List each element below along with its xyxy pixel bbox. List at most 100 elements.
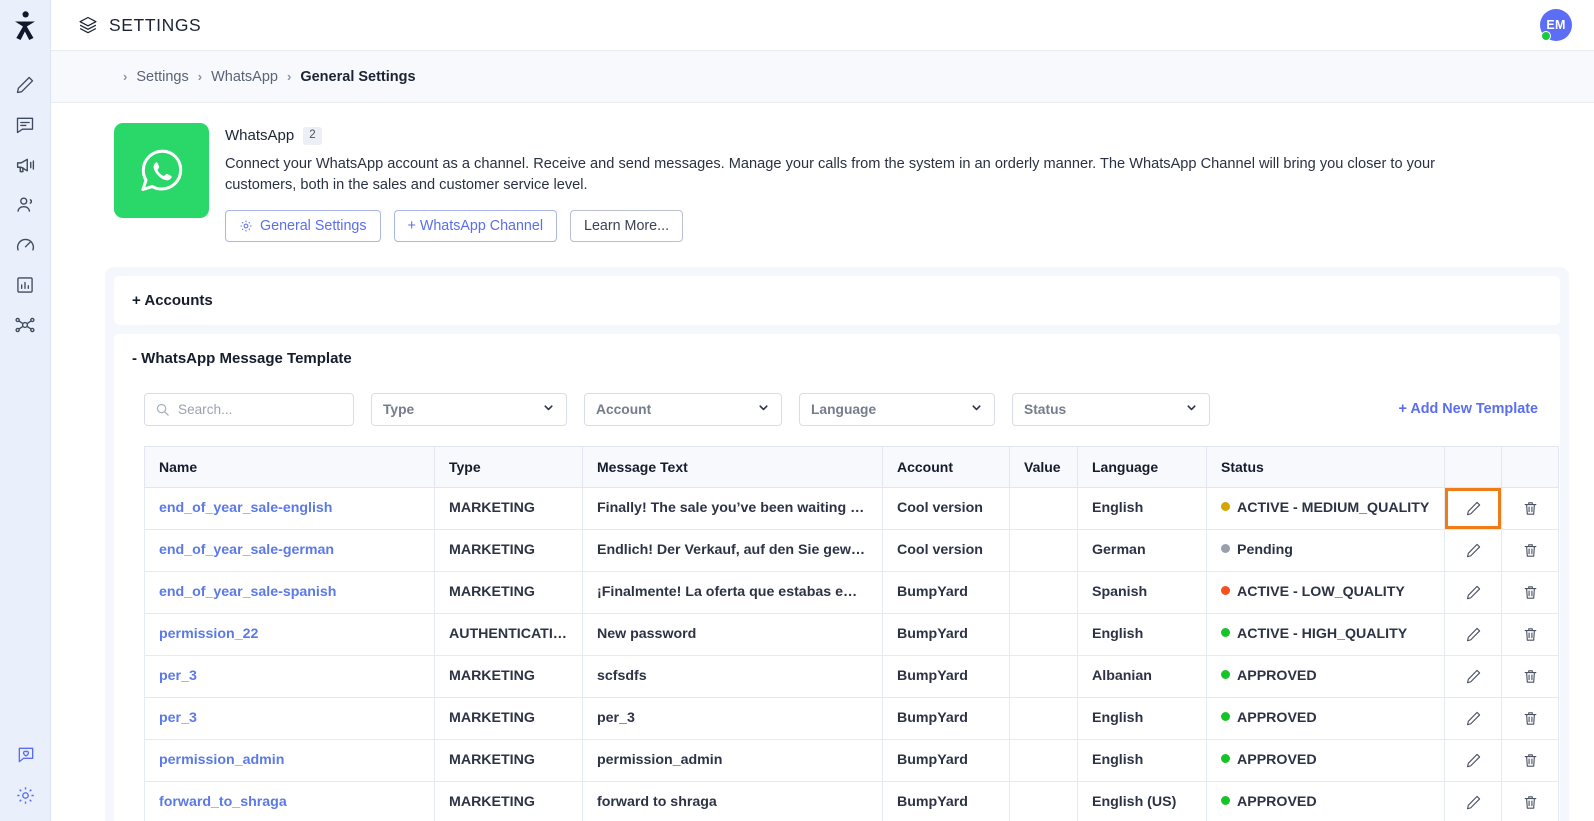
cell-name: end_of_year_sale-spanish bbox=[144, 570, 435, 614]
cell-name: per_3 bbox=[144, 654, 435, 698]
template-name-link[interactable]: end_of_year_sale-german bbox=[159, 542, 334, 558]
template-name-link[interactable]: per_3 bbox=[159, 668, 197, 684]
cell-status: ACTIVE - HIGH_QUALITY bbox=[1206, 612, 1445, 656]
cell-type: MARKETING bbox=[434, 570, 583, 614]
edit-pencil-icon[interactable] bbox=[1446, 614, 1501, 654]
language-filter-select[interactable]: Language bbox=[799, 392, 995, 426]
cell-type: AUTHENTICATION bbox=[434, 612, 583, 656]
add-whatsapp-channel-button[interactable]: + WhatsApp Channel bbox=[393, 209, 558, 242]
cell-status: ACTIVE - MEDIUM_QUALITY bbox=[1206, 486, 1445, 530]
main-region: SETTINGS EM › Settings › WhatsApp › Gene… bbox=[51, 0, 1594, 821]
network-icon[interactable] bbox=[0, 305, 51, 345]
edit-pencil-icon[interactable] bbox=[1446, 572, 1501, 612]
learn-more-button[interactable]: Learn More... bbox=[570, 209, 684, 242]
breadcrumb: › Settings › WhatsApp › General Settings bbox=[51, 51, 1594, 103]
edit-pencil-icon[interactable] bbox=[1446, 740, 1501, 780]
th-message-text[interactable]: Message Text bbox=[582, 445, 883, 488]
cell-account: BumpYard bbox=[882, 654, 1010, 698]
table-row: end_of_year_sale-spanish MARKETING ¡Finalm… bbox=[144, 570, 1559, 614]
general-settings-button-label: General Settings bbox=[260, 217, 367, 234]
accordion-templates-label[interactable]: - WhatsApp Message Template bbox=[132, 350, 352, 367]
gauge-icon[interactable] bbox=[0, 225, 51, 265]
delete-trash-icon[interactable] bbox=[1503, 698, 1558, 738]
delete-trash-icon[interactable] bbox=[1503, 488, 1558, 528]
accordion-whatsapp-message-template: - WhatsApp Message Template Type bbox=[114, 333, 1560, 821]
cell-delete bbox=[1501, 612, 1559, 656]
cell-language: English (US) bbox=[1077, 780, 1207, 821]
search-input-wrapper[interactable] bbox=[144, 392, 354, 426]
edit-pencil-icon[interactable] bbox=[1445, 488, 1501, 529]
cell-message-text: permission_admin bbox=[582, 738, 883, 782]
general-settings-button[interactable]: General Settings bbox=[225, 209, 381, 242]
th-type[interactable]: Type bbox=[434, 445, 583, 488]
cell-status: APPROVED bbox=[1206, 654, 1445, 698]
page-scroll-area[interactable]: WhatsApp 2 Connect your WhatsApp account… bbox=[51, 103, 1594, 821]
type-filter-select[interactable]: Type bbox=[371, 392, 567, 426]
search-icon bbox=[155, 402, 170, 421]
left-nav-rail bbox=[0, 0, 51, 821]
delete-trash-icon[interactable] bbox=[1503, 740, 1558, 780]
breadcrumb-item-settings[interactable]: Settings bbox=[136, 69, 188, 85]
template-name-link[interactable]: end_of_year_sale-spanish bbox=[159, 584, 336, 600]
delete-trash-icon[interactable] bbox=[1503, 530, 1558, 570]
cell-status: Pending bbox=[1206, 528, 1445, 572]
edit-pencil-icon[interactable] bbox=[1446, 782, 1501, 821]
chat-icon[interactable] bbox=[0, 105, 51, 145]
bar-chart-icon[interactable] bbox=[0, 265, 51, 305]
template-name-link[interactable]: permission_22 bbox=[159, 626, 258, 642]
template-name-link[interactable]: forward_to_shraga bbox=[159, 794, 287, 810]
table-row: end_of_year_sale-english MARKETING Finally… bbox=[144, 486, 1559, 530]
breadcrumb-separator: › bbox=[287, 69, 292, 84]
accordion-accounts[interactable]: + Accounts bbox=[114, 275, 1560, 325]
cell-language: Albanian bbox=[1077, 654, 1207, 698]
th-account[interactable]: Account bbox=[882, 445, 1010, 488]
chevron-down-icon bbox=[757, 401, 770, 417]
table-row: permission_22 AUTHENTICATION New password B… bbox=[144, 612, 1559, 656]
cell-language: English bbox=[1077, 612, 1207, 656]
cell-value bbox=[1009, 612, 1078, 656]
th-value[interactable]: Value bbox=[1009, 445, 1078, 488]
channel-action-buttons: General Settings + WhatsApp Channel Lear… bbox=[225, 209, 1495, 242]
cell-delete bbox=[1501, 528, 1559, 572]
breadcrumb-separator: › bbox=[123, 69, 128, 84]
template-name-link[interactable]: permission_admin bbox=[159, 752, 284, 768]
megaphone-icon[interactable] bbox=[0, 145, 51, 185]
settings-gear-icon[interactable] bbox=[0, 775, 51, 815]
cell-language: Spanish bbox=[1077, 570, 1207, 614]
delete-trash-icon[interactable] bbox=[1503, 572, 1558, 612]
th-language[interactable]: Language bbox=[1077, 445, 1207, 488]
contacts-icon[interactable] bbox=[0, 185, 51, 225]
feedback-heart-icon[interactable] bbox=[0, 735, 51, 775]
breadcrumb-item-whatsapp[interactable]: WhatsApp bbox=[211, 69, 278, 85]
cell-account: BumpYard bbox=[882, 780, 1010, 821]
whatsapp-icon bbox=[114, 123, 209, 218]
th-status[interactable]: Status bbox=[1206, 445, 1445, 488]
presence-dot bbox=[1541, 31, 1551, 41]
channel-count-badge: 2 bbox=[303, 127, 322, 145]
delete-trash-icon[interactable] bbox=[1503, 656, 1558, 696]
avatar[interactable]: EM bbox=[1540, 9, 1572, 41]
account-filter-select[interactable]: Account bbox=[584, 392, 782, 426]
delete-trash-icon[interactable] bbox=[1503, 614, 1558, 654]
search-input[interactable] bbox=[145, 393, 353, 425]
add-new-template-link[interactable]: + Add New Template bbox=[1398, 401, 1542, 417]
cell-message-text: forward to shraga bbox=[582, 780, 883, 821]
pencil-icon[interactable] bbox=[0, 65, 51, 105]
template-name-link[interactable]: end_of_year_sale-english bbox=[159, 500, 332, 516]
table-row: end_of_year_sale-german MARKETING Endlich!… bbox=[144, 528, 1559, 572]
status-filter-select[interactable]: Status bbox=[1012, 392, 1210, 426]
cell-account: Cool version bbox=[882, 486, 1010, 530]
edit-pencil-icon[interactable] bbox=[1446, 656, 1501, 696]
cell-language: English bbox=[1077, 486, 1207, 530]
edit-pencil-icon[interactable] bbox=[1446, 698, 1501, 738]
cell-status: APPROVED bbox=[1206, 696, 1445, 740]
template-name-link[interactable]: per_3 bbox=[159, 710, 197, 726]
delete-trash-icon[interactable] bbox=[1503, 782, 1558, 821]
brand-logo[interactable] bbox=[0, 0, 50, 51]
cell-value bbox=[1009, 696, 1078, 740]
th-name[interactable]: Name bbox=[144, 445, 435, 488]
rail-icon-list bbox=[0, 51, 51, 345]
cell-message-text: Endlich! Der Verkauf, auf den Sie gew… bbox=[582, 528, 883, 572]
edit-pencil-icon[interactable] bbox=[1446, 530, 1501, 570]
status-dot bbox=[1221, 754, 1230, 764]
